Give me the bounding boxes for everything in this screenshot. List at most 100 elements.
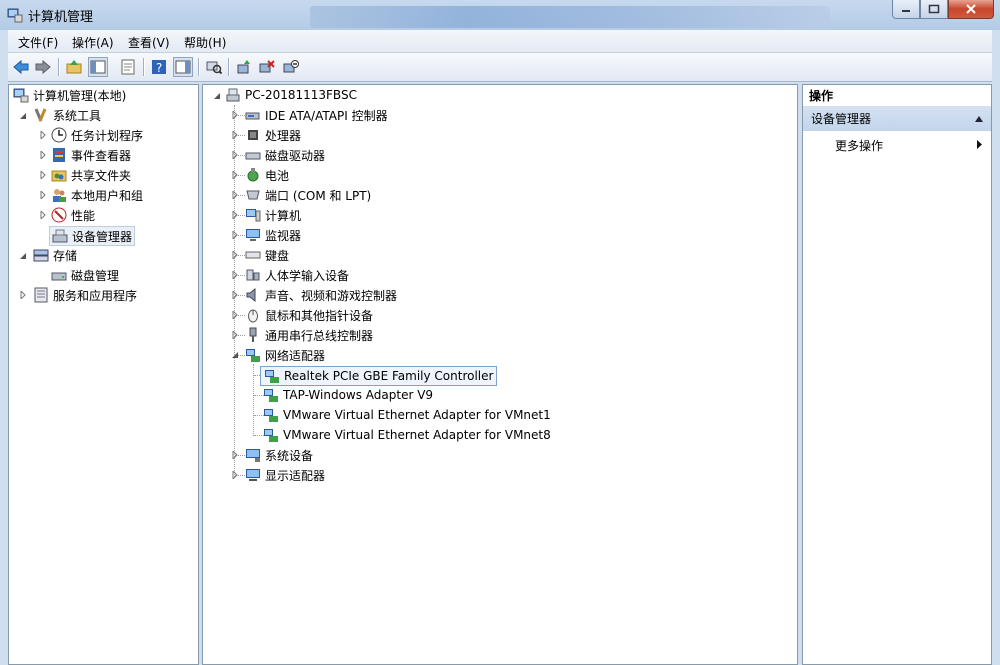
maximize-button[interactable] [920, 0, 948, 19]
expand-arrow-icon[interactable] [231, 191, 239, 199]
expand-arrow-icon[interactable] [231, 311, 239, 319]
device-category-ide-controller[interactable]: IDE ATA/ATAPI 控制器 [245, 106, 388, 124]
expand-arrow-icon[interactable] [39, 131, 47, 139]
expand-arrow-icon[interactable] [231, 231, 239, 239]
tree-item-computer-management[interactable]: 计算机管理(本地) [13, 86, 126, 104]
expand-arrow-icon[interactable] [231, 211, 239, 219]
disable-device-button[interactable] [281, 57, 301, 77]
expand-arrow-icon[interactable] [231, 251, 239, 259]
help-button[interactable]: ? [149, 57, 169, 77]
expand-arrow-icon[interactable] [231, 131, 239, 139]
network-adapter-item[interactable]: VMware Virtual Ethernet Adapter for VMne… [263, 426, 551, 444]
scan-hardware-button[interactable] [204, 57, 224, 77]
show-action-pane-button[interactable] [173, 57, 193, 77]
back-button[interactable] [11, 57, 31, 77]
expand-arrow-icon[interactable] [231, 451, 239, 459]
window-title: 计算机管理 [28, 10, 94, 25]
tree-item-task-scheduler[interactable]: 任务计划程序 [51, 126, 143, 144]
battery-icon [247, 168, 259, 182]
network-adapter-icon [264, 389, 278, 402]
computer-icon [226, 88, 240, 102]
expand-arrow-icon[interactable] [39, 191, 47, 199]
network-adapter-item[interactable]: VMware Virtual Ethernet Adapter for VMne… [263, 406, 551, 424]
close-button[interactable] [948, 0, 994, 19]
device-category-mouse[interactable]: 鼠标和其他指针设备 [245, 306, 373, 324]
storage-icon [33, 249, 49, 262]
expand-arrow-icon[interactable] [231, 151, 239, 159]
up-folder-button[interactable] [64, 57, 84, 77]
tree-item-shared-folders[interactable]: 共享文件夹 [51, 166, 131, 184]
disk-icon [51, 272, 67, 281]
tree-label: 共享文件夹 [71, 168, 132, 183]
adapter-label: TAP-Windows Adapter V9 [283, 388, 434, 402]
expand-arrow-icon[interactable] [231, 471, 239, 479]
device-category-monitor[interactable]: 监视器 [245, 226, 301, 244]
category-label: 监视器 [265, 228, 302, 243]
category-label: 电池 [265, 168, 290, 183]
collapse-arrow-icon[interactable] [19, 252, 27, 260]
device-category-display-adapters[interactable]: 显示适配器 [245, 466, 325, 484]
device-tree: PC-20181113FBSC IDE ATA/ATAPI 控制器处理器磁盘驱动器… [202, 84, 798, 665]
device-category-network-adapter[interactable]: 网络适配器 [245, 346, 325, 364]
tree-item-system-tools[interactable]: 系统工具 [33, 106, 101, 124]
device-category-sound[interactable]: 声音、视频和游戏控制器 [245, 286, 397, 304]
show-hide-tree-button[interactable] [88, 57, 108, 77]
expand-arrow-icon[interactable] [39, 211, 47, 219]
export-list-button[interactable] [118, 57, 138, 77]
collapse-arrow-icon[interactable] [213, 92, 221, 100]
device-category-disk-drive[interactable]: 磁盘驱动器 [245, 146, 325, 164]
category-label: IDE ATA/ATAPI 控制器 [265, 108, 388, 123]
uninstall-button[interactable] [257, 57, 277, 77]
menu-file[interactable]: 文件(F) [18, 34, 58, 51]
expand-arrow-icon[interactable] [231, 271, 239, 279]
device-category-computer[interactable]: 计算机 [245, 206, 301, 224]
expand-arrow-icon[interactable] [19, 291, 27, 299]
export-icon [121, 59, 135, 75]
device-category-usb[interactable]: 通用串行总线控制器 [245, 326, 373, 344]
tree-item-performance[interactable]: 性能 [51, 206, 95, 224]
tree-item-disk-management[interactable]: 磁盘管理 [51, 266, 119, 284]
forward-button[interactable] [33, 57, 53, 77]
close-icon [966, 4, 976, 14]
more-actions-item[interactable]: 更多操作 [835, 137, 883, 154]
computer-management-icon [7, 8, 23, 23]
device-category-keyboard[interactable]: 键盘 [245, 246, 289, 264]
tree-item-event-viewer[interactable]: 事件查看器 [51, 146, 131, 164]
menu-view[interactable]: 查看(V) [128, 34, 170, 51]
expand-arrow-icon[interactable] [39, 171, 47, 179]
expand-arrow-icon[interactable] [231, 171, 239, 179]
device-category-hid[interactable]: 人体学输入设备 [245, 266, 349, 284]
adapter-label: Realtek PCIe GBE Family Controller [284, 369, 494, 383]
usb-icon [249, 327, 257, 342]
category-label: 计算机 [265, 208, 302, 223]
more-actions-label: 更多操作 [835, 139, 884, 153]
device-category-processor[interactable]: 处理器 [245, 126, 301, 144]
menu-action[interactable]: 操作(A) [72, 34, 114, 51]
collapse-arrow-icon[interactable] [231, 351, 239, 359]
update-driver-button[interactable] [234, 57, 254, 77]
category-label: 鼠标和其他指针设备 [265, 308, 374, 323]
device-category-battery[interactable]: 电池 [245, 166, 289, 184]
collapse-arrow-icon[interactable] [19, 112, 27, 120]
category-label: 网络适配器 [265, 348, 326, 363]
device-category-port[interactable]: 端口 (COM 和 LPT) [245, 186, 371, 204]
tree-label: 系统工具 [53, 108, 102, 123]
minimize-button[interactable] [892, 0, 920, 19]
folder-up-icon [66, 60, 82, 74]
network-adapter-item[interactable]: Realtek PCIe GBE Family Controller [260, 366, 498, 386]
tree-item-device-manager[interactable]: 设备管理器 [49, 226, 136, 246]
tree-item-local-users[interactable]: 本地用户和组 [51, 186, 143, 204]
expand-arrow-icon[interactable] [231, 331, 239, 339]
expand-arrow-icon[interactable] [231, 291, 239, 299]
actions-section-device-manager[interactable]: 设备管理器 [803, 107, 991, 131]
device-category-system-devices[interactable]: 系统设备 [245, 446, 313, 464]
network-adapter-item[interactable]: TAP-Windows Adapter V9 [263, 386, 433, 404]
services-icon [34, 287, 48, 303]
tree-item-storage[interactable]: 存储 [33, 246, 77, 264]
device-tree-root[interactable]: PC-20181113FBSC [225, 86, 357, 104]
tree-label: 本地用户和组 [71, 188, 144, 203]
expand-arrow-icon[interactable] [231, 111, 239, 119]
menu-help[interactable]: 帮助(H) [184, 34, 226, 51]
tree-item-services-apps[interactable]: 服务和应用程序 [33, 286, 137, 304]
expand-arrow-icon[interactable] [39, 151, 47, 159]
